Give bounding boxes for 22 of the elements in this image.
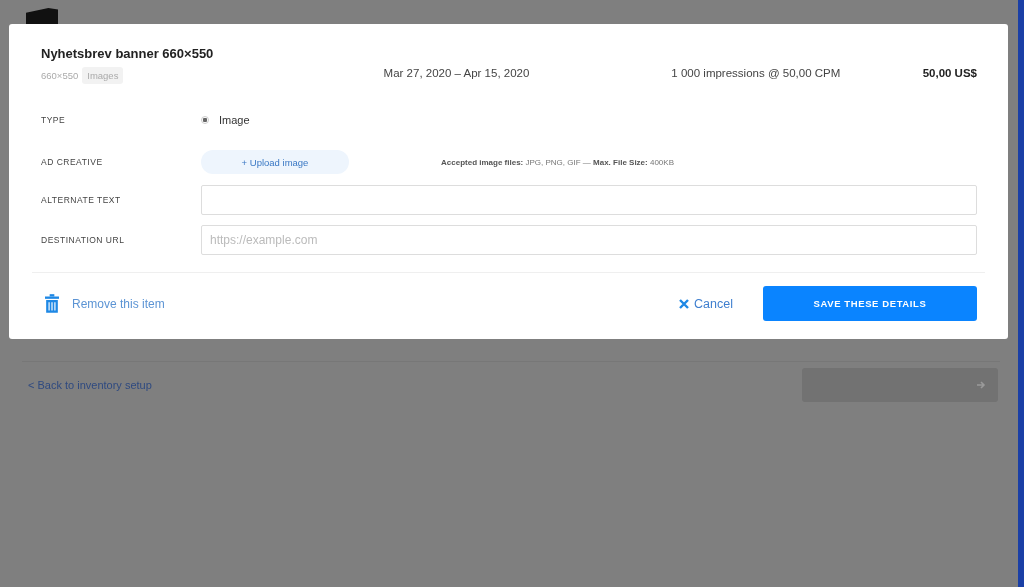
file-requirements-text: Accepted image files: JPG, PNG, GIF — Max. File Size: 400KB [441,157,674,167]
field-label: AD CREATIVE [41,157,104,167]
close-icon [679,298,690,309]
price-text: 50,00 US$ [922,67,977,81]
trash-icon [45,294,59,313]
radio-option[interactable]: Image [201,114,250,126]
save-button[interactable]: SAVE THESE DETAILS [763,286,977,321]
field-label: DESTINATION URL [41,235,126,245]
format-tag: Images [82,67,124,84]
item-title: Nyhetsbrev banner 660×550 [41,46,215,61]
upload-button[interactable]: + Upload image [201,150,349,174]
back-link[interactable]: < Back to inventory setup [28,379,152,391]
field-label: TYPE [41,115,67,125]
date-range: Mar 27, 2020 – Apr 15, 2020 [382,67,531,81]
input-field[interactable]: https://example.com [201,225,977,255]
impressions-text: 1 000 impressions @ 50,00 CPM [670,67,842,81]
field-label: ALTERNATE TEXT [41,195,122,205]
remove-link[interactable]: Remove this item [41,294,165,313]
size-text: 660×550 [41,70,79,81]
cancel-button[interactable]: Cancel [679,296,733,311]
arrow-icon [976,380,986,390]
input-field[interactable] [201,185,977,215]
